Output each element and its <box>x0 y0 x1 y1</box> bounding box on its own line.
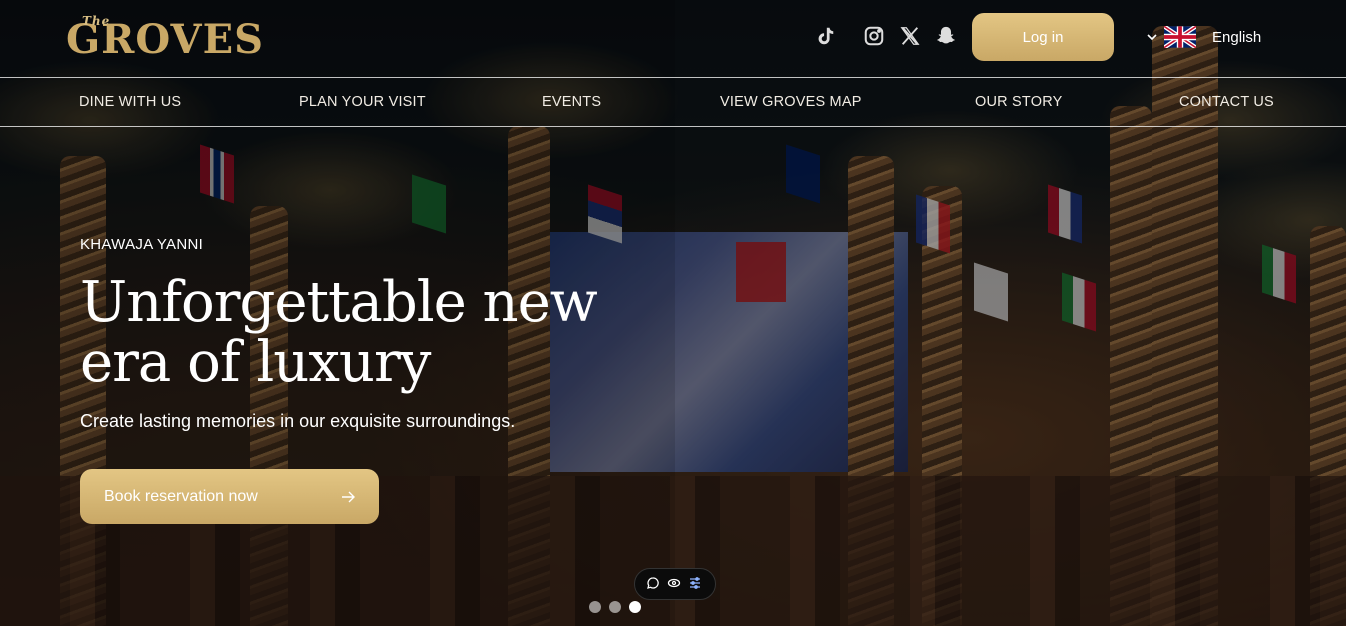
nav-events[interactable]: EVENTS <box>542 94 601 110</box>
login-button[interactable]: Log in <box>972 13 1114 61</box>
arrow-right-icon <box>342 491 355 502</box>
carousel-dot[interactable] <box>609 601 621 613</box>
chat-icon[interactable] <box>646 576 662 592</box>
hero-headline-line2: era of luxury <box>80 330 431 395</box>
x-icon[interactable] <box>898 24 922 48</box>
eye-icon[interactable] <box>667 576 683 592</box>
instagram-icon[interactable] <box>862 24 886 48</box>
hero-subline: Create lasting memories in our exquisite… <box>80 411 516 431</box>
hero-headline-line1: Unforgettable new <box>80 270 598 335</box>
nav-our-story[interactable]: OUR STORY <box>975 94 1062 110</box>
logo-small-text: The <box>82 14 111 28</box>
main-nav: DINE WITH US PLAN YOUR VISIT EVENTS VIEW… <box>0 77 1346 127</box>
top-header: The GROVES Log in English <box>0 0 1346 78</box>
language-label: English <box>1212 28 1262 46</box>
chevron-down-icon <box>1147 34 1157 41</box>
floating-toolbar <box>634 568 716 600</box>
nav-dine-with-us[interactable]: DINE WITH US <box>79 94 181 110</box>
carousel-dots <box>589 601 641 613</box>
uk-flag-icon <box>1164 26 1196 48</box>
tiktok-icon[interactable] <box>813 24 837 48</box>
groves-logo[interactable]: The GROVES <box>66 14 264 63</box>
carousel-dot[interactable] <box>589 601 601 613</box>
nav-view-groves-map[interactable]: VIEW GROVES MAP <box>720 94 862 110</box>
sliders-icon[interactable] <box>688 576 704 592</box>
snapchat-icon[interactable] <box>934 24 958 48</box>
nav-plan-your-visit[interactable]: PLAN YOUR VISIT <box>299 94 426 110</box>
language-selector[interactable]: English <box>1146 24 1261 50</box>
nav-contact-us[interactable]: CONTACT US <box>1179 94 1274 110</box>
book-reservation-label: Book reservation now <box>104 487 258 505</box>
hero-headline: Unforgettable new era of luxury <box>80 273 640 393</box>
hero-eyebrow: KHAWAJA YANNI <box>80 236 204 253</box>
carousel-dot-active[interactable] <box>629 601 641 613</box>
book-reservation-button[interactable]: Book reservation now <box>80 469 379 524</box>
